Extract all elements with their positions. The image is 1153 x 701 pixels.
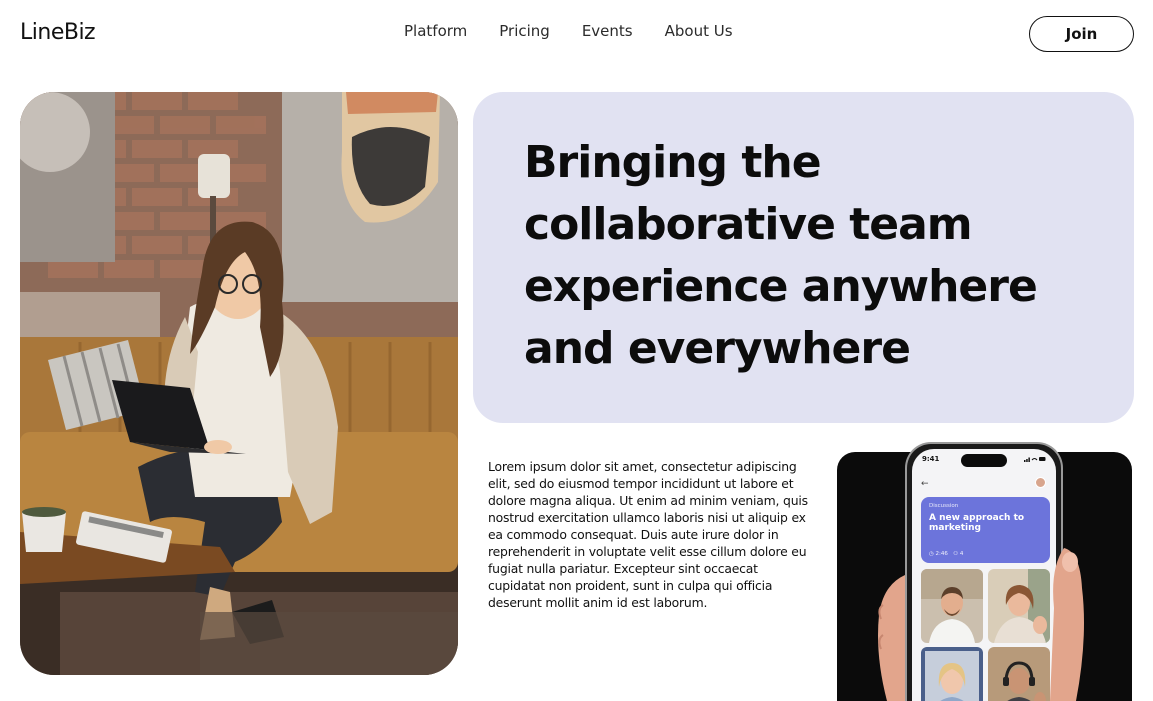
phone-mockup: 9:41 ← Discussion A new approach to mark… [905, 442, 1063, 701]
battery-icon [1039, 457, 1046, 461]
nav-pricing[interactable]: Pricing [499, 22, 550, 40]
discussion-label: Discussion [929, 503, 959, 509]
wifi-icon [1031, 457, 1038, 461]
phone-notch [961, 454, 1007, 467]
video-tile-participant-3[interactable] [921, 647, 983, 701]
headline-panel: Bringing the collaborative team experien… [473, 92, 1134, 423]
discussion-card[interactable]: Discussion A new approach to marketing ◷… [921, 497, 1050, 563]
join-button[interactable]: Join [1029, 16, 1134, 52]
discussion-meta: ◷ 2:46 ⚇ 4 [929, 551, 963, 557]
clock-icon-duration: ◷ 2:46 [929, 551, 948, 557]
logo[interactable]: LineBiz [20, 20, 96, 45]
signal-icon [1024, 457, 1030, 462]
people-icon-count: ⚇ 4 [953, 551, 964, 557]
video-tile-participant-4[interactable] [988, 647, 1050, 701]
video-tile-participant-1[interactable] [921, 569, 983, 643]
phone-screen: 9:41 ← Discussion A new approach to mark… [912, 449, 1056, 701]
phone-time: 9:41 [922, 455, 940, 463]
back-arrow-icon[interactable]: ← [921, 479, 929, 489]
hero-photo [20, 92, 458, 675]
nav-about-us[interactable]: About Us [665, 22, 733, 40]
status-icons [1024, 457, 1046, 462]
video-tile-participant-2[interactable] [988, 569, 1050, 643]
nav-platform[interactable]: Platform [404, 22, 467, 40]
nav-events[interactable]: Events [582, 22, 633, 40]
hero-body-text: Lorem ipsum dolor sit amet, consectetur … [488, 459, 808, 610]
phone-user-avatar[interactable] [1035, 477, 1046, 488]
hand-right-illustration [1050, 548, 1084, 701]
hero-headline: Bringing the collaborative team experien… [524, 137, 1038, 374]
discussion-title: A new approach to marketing [929, 513, 1025, 533]
main-nav: Platform Pricing Events About Us [404, 22, 733, 40]
